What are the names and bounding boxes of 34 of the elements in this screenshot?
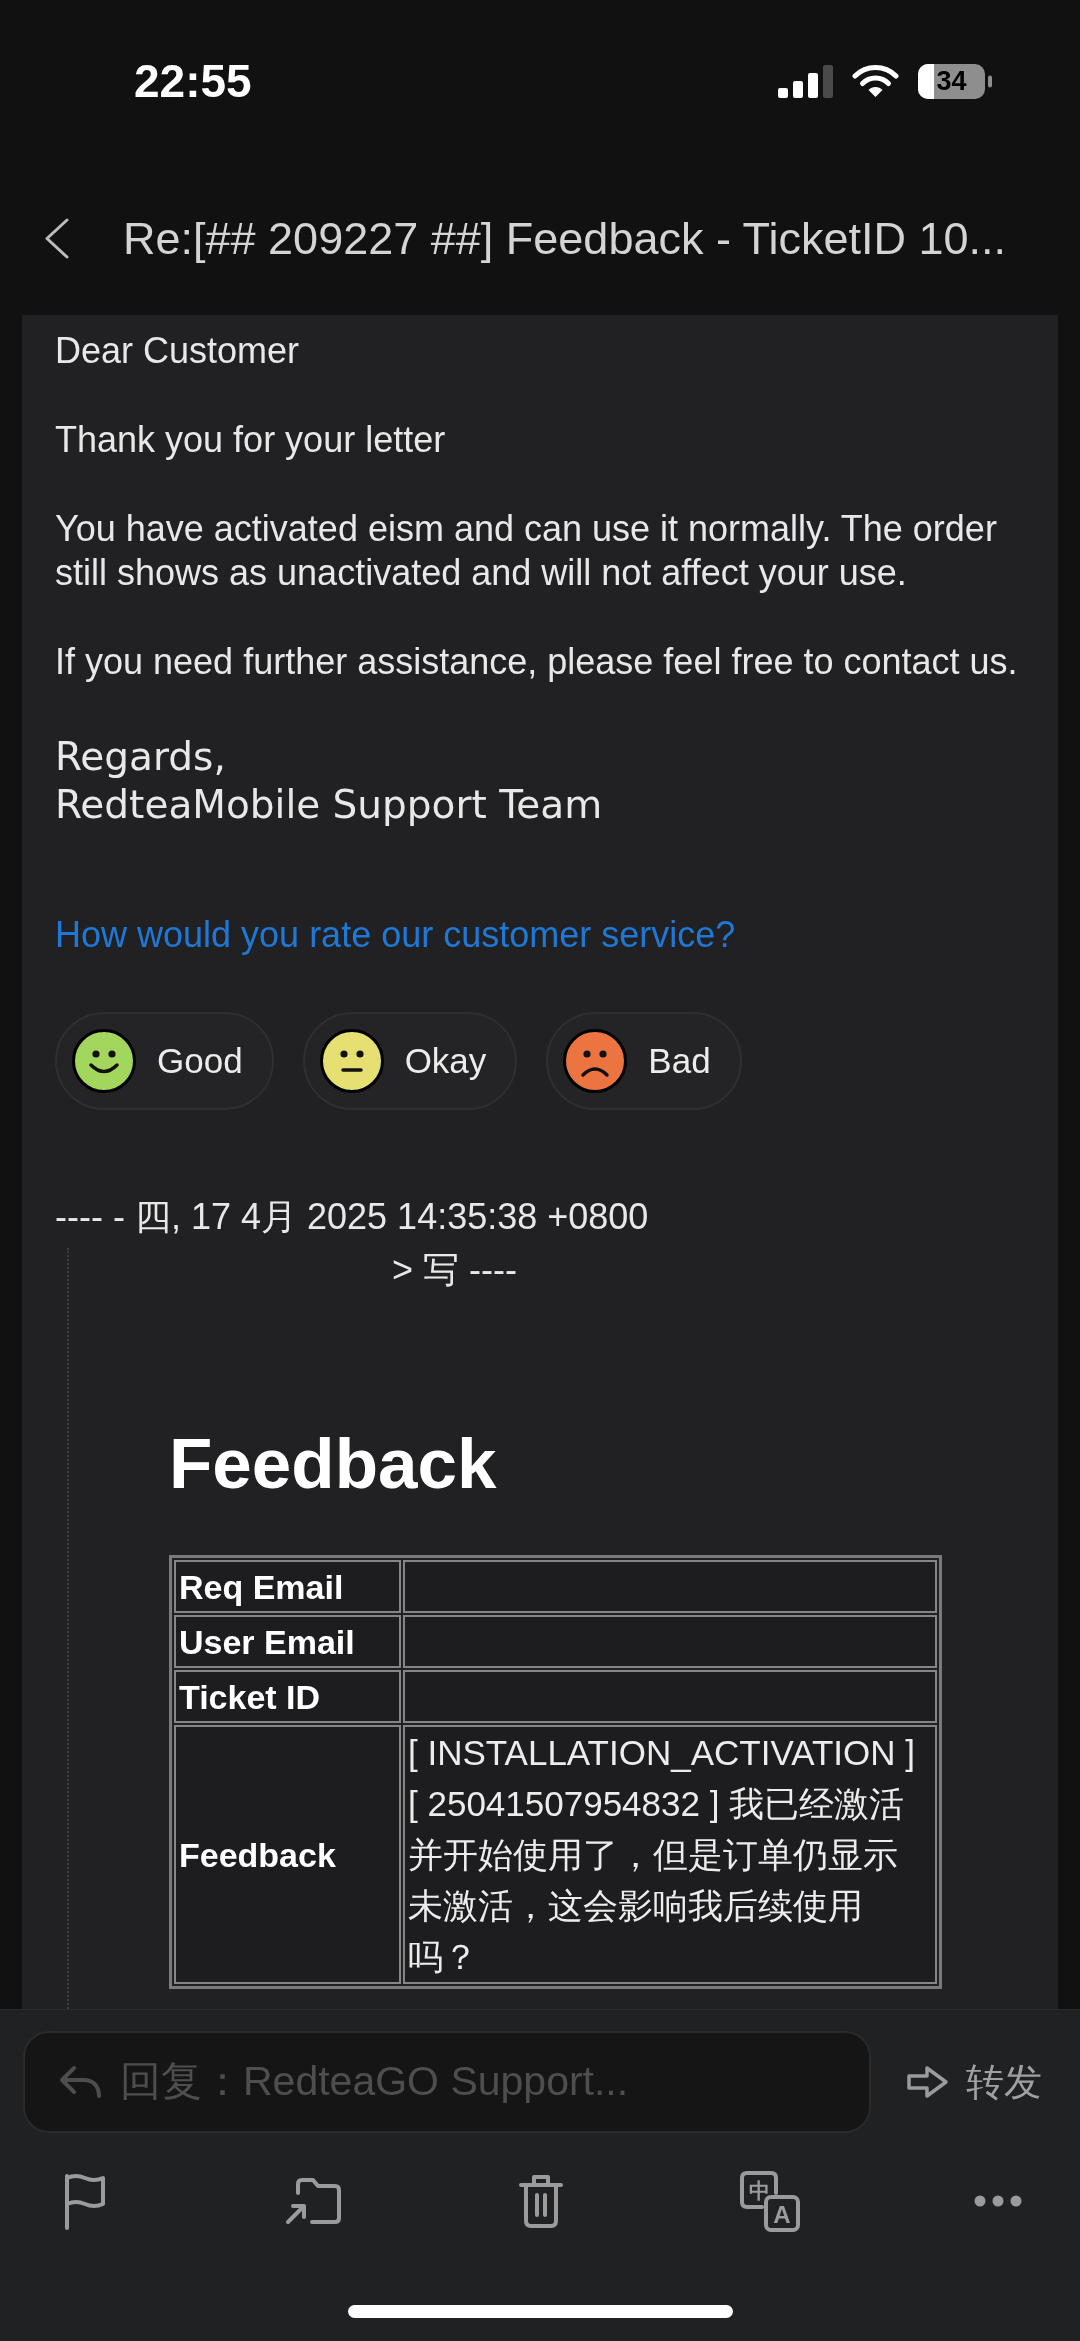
email-subject: Re:[## 209227 ##] Feedback - TicketID 10... [123,212,1006,265]
signature-line: RedteaMobile Support Team [55,781,603,829]
more-icon[interactable] [974,2195,1022,2207]
signal-icon [778,64,833,98]
flag-icon[interactable] [62,2172,106,2230]
reply-icon [58,2064,102,2100]
status-time: 22:55 [134,56,252,106]
forward-arrow-icon [906,2064,949,2100]
quote-header-line: ---- - 四, 17 4月 2025 14:35:38 +0800 [55,1195,649,1239]
rating-button[interactable]: Good [55,1012,274,1110]
wifi-icon [852,64,899,98]
rating-prompt-link[interactable]: How would you rate our customer service? [55,913,736,957]
reply-input[interactable]: 回复：RedteaGO Support... [120,2051,849,2113]
email-paragraph: Dear Customer [55,329,301,373]
email-paragraph: You have activated eism and can use it normally. The order still shows as unactivated and will not affect your use. [55,507,998,595]
quote-header-line: > 写 ---- [392,1248,517,1292]
table-header-cell: Ticket ID [174,1670,401,1723]
back-chevron-icon[interactable] [43,218,70,259]
table-header-cell: User Email [174,1615,401,1668]
forward-button[interactable]: 转发 [906,2060,1042,2104]
email-paragraph: If you need further assistance, please feel free to contact us. [55,640,1019,684]
signature-line: Regards, [55,733,226,781]
table-header-cell: Feedback [174,1725,401,1984]
trash-icon[interactable] [518,2173,564,2229]
quoted-heading: Feedback [169,1428,497,1500]
table-header-cell: Req Email [174,1560,401,1613]
reply-field[interactable]: 回复：RedteaGO Support... [23,2031,871,2133]
folder-arrow-icon[interactable] [283,2176,342,2226]
rating-button[interactable]: Okay [302,1012,518,1110]
battery-icon [918,63,992,99]
rating-button[interactable]: Bad [546,1012,742,1110]
table-cell: [ INSTALLATION_ACTIVATION ] [ 25041507954832 ] 我已经激活并开始使用了，但是订单仍显示未激活，这会影响我后续使用吗？ [403,1725,937,1984]
email-paragraph: Thank you for your letter [55,418,447,462]
battery-percentage: 34 [936,66,967,96]
